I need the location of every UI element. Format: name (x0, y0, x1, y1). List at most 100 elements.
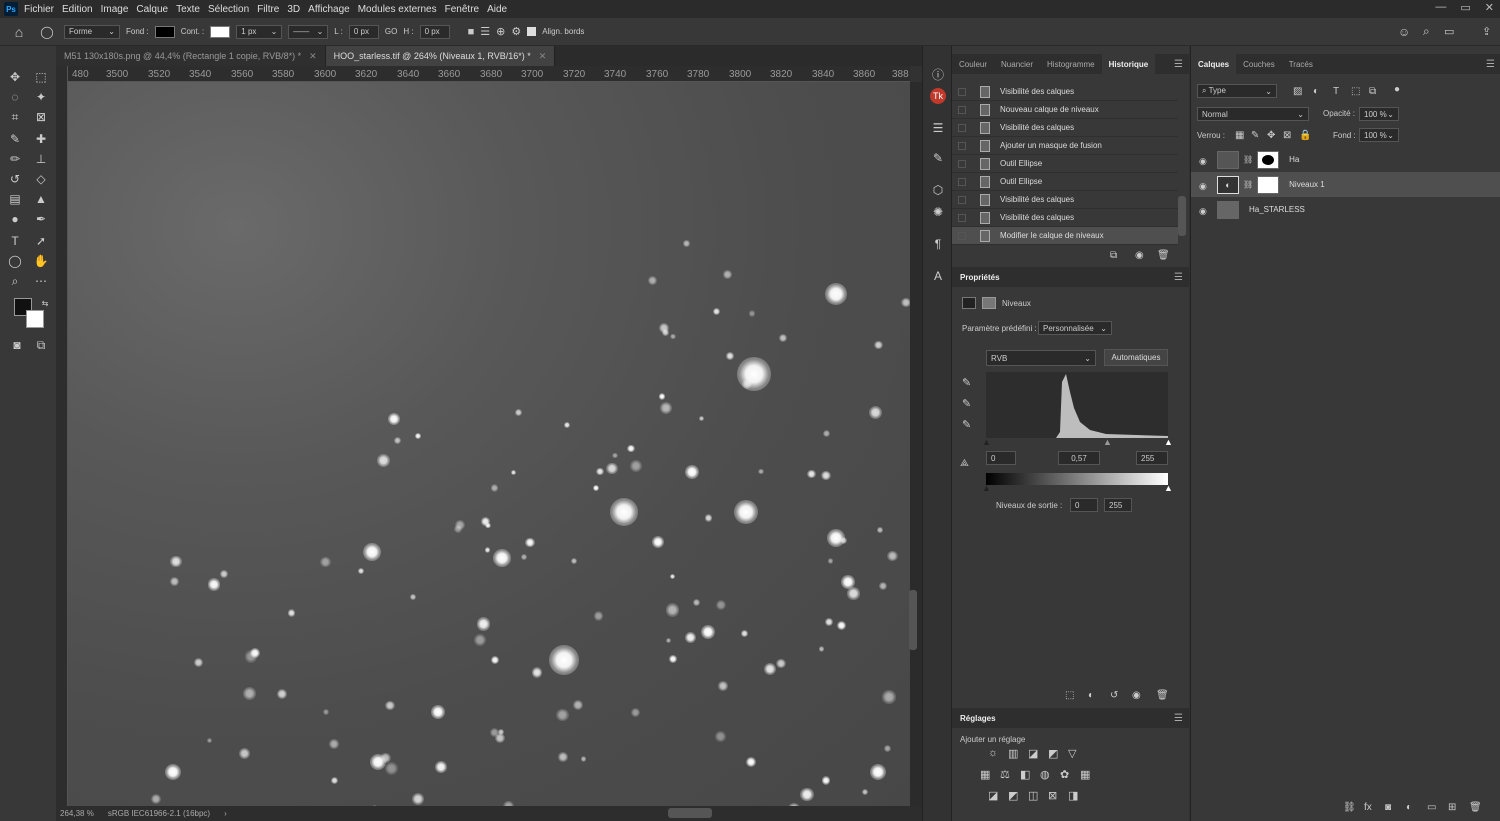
filter-pixel-icon[interactable]: ▨ (1293, 86, 1302, 97)
status-menu-arrow[interactable]: › (224, 809, 227, 818)
clipping-icon[interactable]: ⟁ (960, 458, 969, 469)
path-alignment-icon[interactable]: ☰ (480, 25, 490, 38)
visibility-icon[interactable]: ◉ (1132, 690, 1141, 701)
history-checkbox[interactable] (958, 87, 966, 96)
marquee-tool-icon[interactable]: ⬚ (32, 68, 50, 86)
gray-eyedropper-icon[interactable]: ✎ (962, 397, 971, 410)
minimize-icon[interactable]: — (1435, 1, 1446, 14)
lasso-tool-icon[interactable]: ◌ (6, 88, 24, 106)
new-document-from-state-icon[interactable]: ⧉ (1110, 250, 1117, 261)
posterize-icon[interactable]: ◩ (1008, 789, 1018, 802)
shape-mode-select[interactable]: Forme ⌄ (64, 24, 120, 39)
menu-3d[interactable]: 3D (287, 4, 300, 15)
background-color[interactable] (26, 310, 44, 328)
blur-tool-icon[interactable]: ▲ (32, 190, 50, 208)
photo-filter-icon[interactable]: ◍ (1040, 768, 1050, 781)
invert-icon[interactable]: ◪ (988, 789, 998, 802)
menu-view[interactable]: Affichage (308, 4, 350, 15)
frame-tool-icon[interactable]: ⊠ (32, 108, 50, 126)
menu-image[interactable]: Image (101, 4, 129, 15)
light-icon[interactable]: ✺ (930, 204, 946, 220)
input-white-slider[interactable]: ▲ (1164, 437, 1173, 447)
horizontal-scroll-thumb[interactable] (668, 808, 712, 818)
add-mask-icon[interactable]: ◙ (1385, 802, 1391, 813)
reset-icon[interactable]: ↺ (1110, 690, 1118, 701)
tab-channels[interactable]: Couches (1236, 54, 1282, 74)
panel-menu-icon[interactable]: ☰ (1174, 713, 1183, 724)
learn-icon[interactable]: ☺ (1398, 25, 1410, 39)
vertical-scroll-thumb[interactable] (909, 590, 917, 650)
history-checkbox[interactable] (958, 123, 966, 132)
search-icon[interactable]: ⌕ (1423, 24, 1430, 39)
history-item[interactable]: Outil Ellipse (952, 173, 1178, 191)
new-group-icon[interactable]: ▭ (1427, 802, 1436, 813)
eye-icon[interactable]: ◉ (1199, 181, 1211, 192)
selective-color-icon[interactable]: ⊠ (1048, 789, 1057, 802)
threshold-icon[interactable]: ◫ (1028, 789, 1038, 802)
path-select-icon[interactable]: ➚ (32, 232, 50, 250)
tab-histogram[interactable]: Histogramme (1040, 54, 1102, 74)
lock-pixels-icon[interactable]: ✎ (1251, 130, 1259, 141)
curves-icon[interactable]: ◪ (1028, 747, 1038, 760)
blend-mode-select[interactable]: Normal ⌄ (1197, 107, 1309, 121)
adjustments-icon[interactable]: ☰ (930, 120, 946, 136)
link-dimensions-icon[interactable]: GO (385, 27, 397, 36)
preset-select[interactable]: Personnalisée ⌄ (1038, 321, 1112, 335)
brush-settings-icon[interactable]: ✎ (930, 150, 946, 166)
output-white-slider[interactable]: ▲ (1164, 483, 1173, 493)
info-icon[interactable]: ⓘ (930, 66, 946, 82)
tab-layers[interactable]: Calques (1191, 54, 1237, 74)
panel-menu-icon[interactable]: ☰ (1486, 59, 1495, 70)
menu-select[interactable]: Sélection (208, 4, 249, 15)
lock-transparency-icon[interactable]: ▦ (1235, 130, 1244, 141)
zoom-level[interactable]: 264,38 % (60, 809, 94, 818)
filter-type-icon[interactable]: T (1333, 86, 1339, 97)
panel-menu-icon[interactable]: ☰ (1174, 272, 1183, 283)
close-icon[interactable]: ✕ (309, 51, 317, 62)
gradient-tool-icon[interactable]: ▤ (6, 190, 24, 208)
history-checkbox[interactable] (958, 141, 966, 150)
history-item-selected[interactable]: Modifier le calque de niveaux (952, 227, 1178, 245)
brightness-icon[interactable]: ☼ (988, 747, 998, 759)
tab-paths[interactable]: Tracés (1282, 54, 1320, 74)
close-icon[interactable]: ✕ (539, 51, 547, 62)
clip-to-layer-icon[interactable]: ⬚ (1065, 690, 1074, 701)
input-white-field[interactable]: 255 (1136, 451, 1168, 465)
chain-link-icon[interactable]: ⛓ (1243, 155, 1253, 164)
menu-edit[interactable]: Edition (62, 4, 93, 15)
filter-shape-icon[interactable]: ⬚ (1351, 86, 1360, 97)
filter-smart-icon[interactable]: ⧉ (1369, 86, 1376, 97)
tk-plugin-icon[interactable]: Tk (930, 88, 946, 104)
history-checkbox[interactable] (958, 231, 966, 240)
link-layers-icon[interactable]: ⛓ (1343, 802, 1356, 813)
color-lookup-icon[interactable]: ▦ (1080, 768, 1090, 781)
levels-adj-icon[interactable]: ▥ (1008, 747, 1018, 760)
hue-saturation-icon[interactable]: ▦ (980, 768, 990, 781)
tab-m51[interactable]: M51 130x180s.png @ 44,4% (Rectangle 1 co… (56, 46, 326, 66)
gradient-map-icon[interactable]: ◨ (1068, 789, 1078, 802)
input-black-slider[interactable]: ▲ (982, 437, 991, 447)
tab-swatches[interactable]: Nuancier (994, 54, 1040, 74)
eye-icon[interactable]: ◉ (1199, 206, 1211, 217)
input-black-field[interactable]: 0 (986, 451, 1016, 465)
menu-window[interactable]: Fenêtre (445, 4, 479, 15)
home-icon[interactable]: ⌂ (8, 24, 30, 40)
history-item[interactable]: Visibilité des calques (952, 209, 1178, 227)
output-black-slider[interactable]: ▲ (982, 483, 991, 493)
path-arrangement-icon[interactable]: ⊕ (496, 25, 505, 38)
3d-icon[interactable]: ⬡ (930, 182, 946, 198)
filter-adjustment-icon[interactable]: ◐ (1313, 86, 1319, 97)
brush-tool-icon[interactable]: ✏ (6, 150, 24, 168)
layer-row[interactable]: Ha_STARLESS (1217, 197, 1487, 222)
black-eyedropper-icon[interactable]: ✎ (962, 376, 971, 389)
input-gamma-field[interactable]: 0,57 (1058, 451, 1100, 465)
history-checkbox[interactable] (958, 177, 966, 186)
character-icon[interactable]: A (930, 268, 946, 284)
menu-type[interactable]: Texte (176, 4, 200, 15)
menu-file[interactable]: Fichier (24, 4, 54, 15)
black-white-icon[interactable]: ◧ (1020, 768, 1030, 781)
history-item[interactable]: Visibilité des calques (952, 119, 1178, 137)
restore-icon[interactable]: ▭ (1460, 1, 1470, 14)
output-black-field[interactable]: 0 (1070, 498, 1098, 512)
chain-link-icon[interactable]: ⛓ (1243, 180, 1253, 189)
